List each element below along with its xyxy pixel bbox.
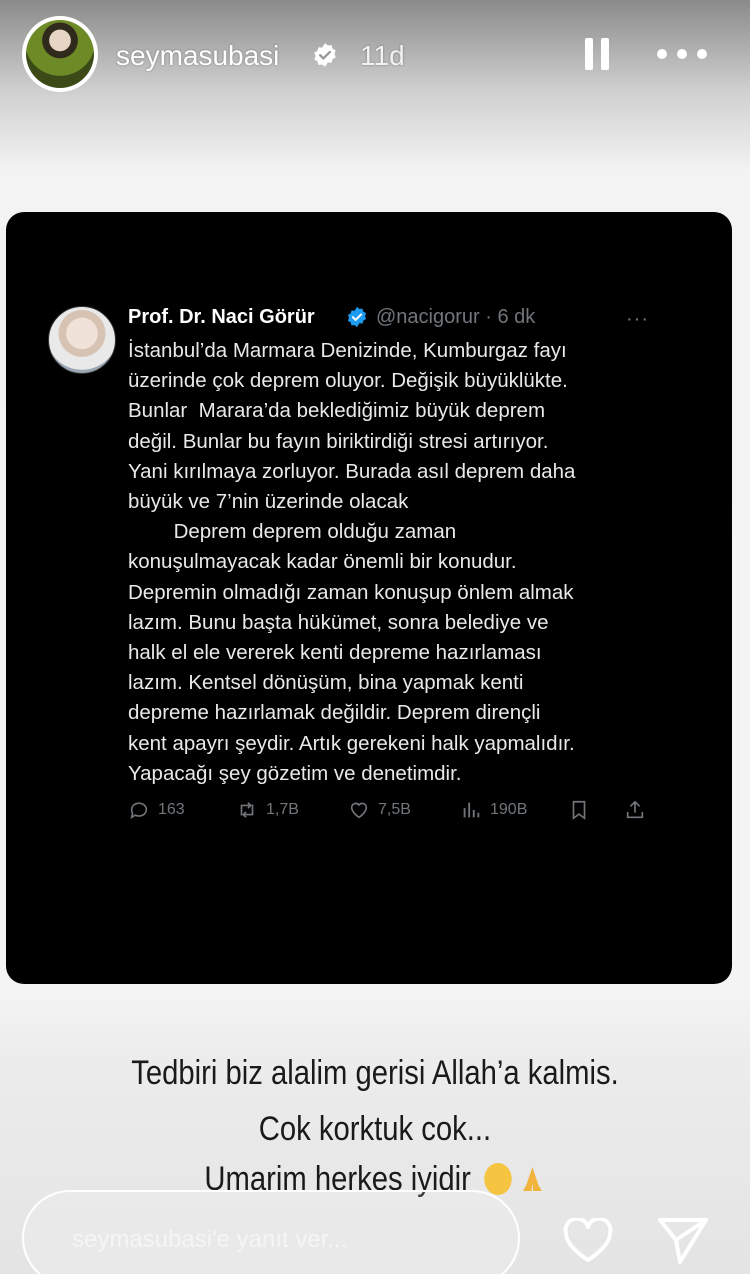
tweet-line: konuşulmayacak kadar önemli bir konudur. (128, 550, 517, 574)
tweet-line: Yani kırılmaya zorluyor. Burada asıl dep… (128, 459, 576, 483)
tweet-line: Depremin olmadığı zaman konuşup önlem al… (128, 580, 574, 604)
story-caption-line: Cok korktuk cok... (258, 1110, 492, 1148)
retweet-icon (240, 802, 254, 818)
bookmark-icon (572, 800, 586, 820)
tweet-author-name: Prof. Dr. Naci Görür (128, 306, 315, 328)
tweet-reply-stat: 163 (128, 796, 185, 824)
tweet-line: Yapacağı şey gözetim ve denetimdir. (128, 761, 462, 785)
tweet-line: üzerinde çok deprem oluyor. Değişik büyü… (128, 369, 568, 393)
story-header: seymasubasi 11d (0, 0, 750, 120)
pleading-face-icon (484, 1163, 512, 1195)
story-username[interactable]: seymasubasi (116, 40, 279, 72)
tweet-text: İstanbul’da Marmara Denizinde, Kumburgaz… (128, 336, 688, 789)
views-count: 190B (490, 801, 528, 818)
views-icon (463, 802, 480, 818)
heart-icon[interactable] (562, 1218, 614, 1264)
folded-hands-icon (523, 1167, 543, 1191)
reply-count: 163 (158, 801, 185, 818)
retweet-count: 1,7B (266, 801, 299, 818)
story-caption-line: Tedbiri biz alalim gerisi Allah’a kalmis… (131, 1054, 619, 1092)
tweet-line: Bunlar Marara’da beklediğimiz büyük depr… (128, 399, 546, 423)
tweet-like-stat: 7,5B (348, 796, 411, 824)
like-count: 7,5B (378, 801, 411, 818)
tweet-line: depreme hazırlamak değildir. Deprem dire… (128, 701, 541, 725)
more-icon[interactable] (654, 40, 710, 68)
tweet-line: İstanbul’da Marmara Denizinde, Kumburgaz… (128, 339, 567, 362)
tweet-avatar (48, 306, 116, 374)
reply-placeholder: seymasubasi'e yanıt ver... (72, 1226, 348, 1253)
like-icon (350, 802, 368, 819)
verified-icon (314, 43, 336, 67)
tweet-line: halk el ele vererek kenti depreme hazırl… (128, 641, 542, 665)
tweet-actions: 163 1,7B 7,5B 190B (128, 796, 668, 826)
tweet-retweet-stat: 1,7B (236, 796, 299, 824)
tweet-views-stat: 190B (460, 796, 527, 824)
tweet-line: Deprem deprem olduğu zaman (128, 520, 457, 544)
tweet-share (624, 796, 646, 824)
tweet-bookmark (568, 796, 590, 824)
story-time: 11d (360, 40, 405, 71)
send-icon[interactable] (656, 1214, 710, 1266)
reply-icon (130, 802, 148, 820)
profile-avatar[interactable] (22, 16, 98, 92)
share-icon (626, 800, 644, 819)
tweet-line: lazım. Kentsel dönüşüm, bina yapmak kent… (128, 671, 524, 695)
verified-icon (347, 306, 367, 328)
tweet-line: büyük ve 7’nin üzerinde olacak (128, 490, 409, 514)
reply-input[interactable]: seymasubasi'e yanıt ver... (22, 1190, 520, 1274)
tweet-more-icon: ··· (626, 308, 649, 330)
tweet-line: lazım. Bunu başta hükümet, sonra belediy… (128, 610, 549, 634)
tweet-line: kent apayrı şeydir. Artık gerekeni halk … (128, 731, 575, 755)
pause-icon[interactable] (582, 36, 612, 72)
tweet-handle: @nacigorur · 6 dk (376, 306, 536, 328)
tweet-line: değil. Bunlar bu fayın biriktirdiği stre… (128, 429, 549, 453)
